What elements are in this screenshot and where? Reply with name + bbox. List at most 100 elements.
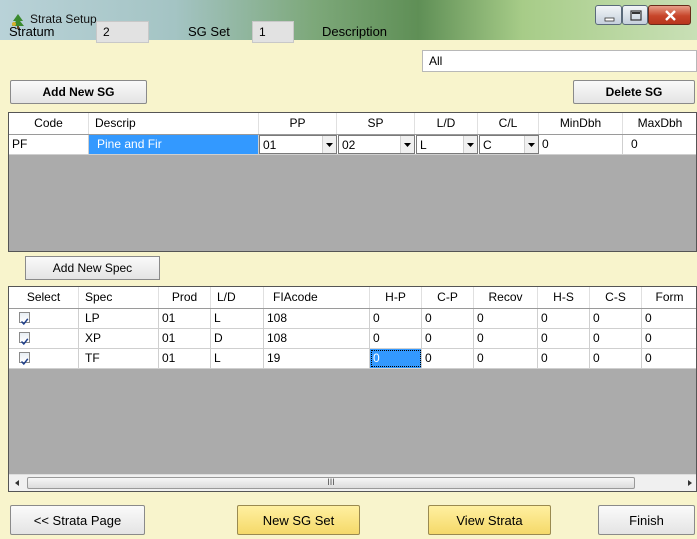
spec-cell-fiacode[interactable]: 19 (264, 349, 370, 368)
scroll-right-icon[interactable] (685, 478, 695, 488)
spec-cell-cp[interactable]: 0 (422, 349, 474, 368)
maximize-button[interactable] (622, 5, 648, 25)
stratum-field[interactable]: 2 (96, 21, 149, 43)
description-field[interactable]: All (422, 50, 697, 72)
close-button[interactable] (648, 5, 691, 25)
spec-col-form[interactable]: Form (642, 287, 696, 308)
sg-row[interactable]: PF Pine and Fir 01 02 L C 0 0 (9, 135, 696, 155)
spec-cell-cp[interactable]: 0 (422, 329, 474, 348)
spec-cell-fiacode[interactable]: 108 (264, 309, 370, 328)
sg-cell-mindbh[interactable]: 0 (539, 135, 623, 154)
spec-grid-header: Select Spec Prod L/D FIAcode H-P C-P Rec… (9, 287, 696, 309)
strata-setup-window: Strata Setup Stratum 2 SG Set 1 Descript… (0, 0, 697, 539)
sg-cell-maxdbh[interactable]: 0 (623, 135, 696, 154)
sg-sp-dropdown[interactable]: 02 (338, 135, 415, 154)
spec-col-cp[interactable]: C-P (422, 287, 474, 308)
sg-cl-value: C (483, 138, 492, 152)
spec-cell-cs[interactable]: 0 (590, 309, 642, 328)
spec-row[interactable]: XP 01 D 108 0 0 0 0 0 0 (9, 329, 696, 349)
spec-grid: Select Spec Prod L/D FIAcode H-P C-P Rec… (8, 286, 697, 492)
add-new-spec-button[interactable]: Add New Spec (25, 256, 160, 280)
dropdown-arrow-icon (463, 136, 477, 153)
sg-col-ld[interactable]: L/D (415, 113, 478, 134)
view-strata-button[interactable]: View Strata (428, 505, 551, 535)
dropdown-arrow-icon (322, 136, 336, 153)
sg-pp-value: 01 (263, 138, 277, 152)
sg-grid-header: Code Descrip PP SP L/D C/L MinDbh MaxDbh (9, 113, 696, 135)
spec-row[interactable]: TF 01 L 19 0 0 0 0 0 0 (9, 349, 696, 369)
spec-cell-ld[interactable]: L (211, 309, 264, 328)
spec-col-fiacode[interactable]: FIAcode (264, 287, 370, 308)
dropdown-arrow-icon (524, 136, 538, 153)
spec-cell-recov[interactable]: 0 (474, 349, 538, 368)
spec-cell-hp[interactable]: 0 (370, 329, 422, 348)
spec-cell-spec[interactable]: XP (79, 329, 159, 348)
hscroll-thumb[interactable]: III (27, 477, 635, 489)
checkbox-checked-icon[interactable] (19, 352, 30, 366)
spec-cell-cs[interactable]: 0 (590, 329, 642, 348)
sg-ld-value: L (420, 138, 427, 152)
spec-col-ld[interactable]: L/D (211, 287, 264, 308)
sg-col-pp[interactable]: PP (259, 113, 337, 134)
spec-cell-hs[interactable]: 0 (538, 329, 590, 348)
spec-cell-hs[interactable]: 0 (538, 349, 590, 368)
maximize-icon (630, 10, 642, 21)
spec-cell-form[interactable]: 0 (642, 309, 696, 328)
delete-sg-button[interactable]: Delete SG (573, 80, 695, 104)
spec-cell-fiacode[interactable]: 108 (264, 329, 370, 348)
sg-col-mindbh[interactable]: MinDbh (539, 113, 623, 134)
spec-col-recov[interactable]: Recov (474, 287, 538, 308)
spec-col-select[interactable]: Select (9, 287, 79, 308)
dropdown-arrow-icon (400, 136, 414, 153)
sgset-label: SG Set (188, 24, 230, 39)
close-icon (665, 10, 676, 21)
spec-cell-ld[interactable]: D (211, 329, 264, 348)
spec-cell-form[interactable]: 0 (642, 349, 696, 368)
spec-cell-recov[interactable]: 0 (474, 329, 538, 348)
spec-cell-ld[interactable]: L (211, 349, 264, 368)
spec-grid-hscrollbar[interactable]: III (9, 474, 696, 491)
sg-cell-code[interactable]: PF (9, 135, 89, 154)
sg-ld-dropdown[interactable]: L (416, 135, 478, 154)
spec-cell-select[interactable] (9, 329, 79, 348)
spec-cell-prod[interactable]: 01 (159, 329, 211, 348)
spec-cell-spec[interactable]: TF (79, 349, 159, 368)
spec-cell-recov[interactable]: 0 (474, 309, 538, 328)
spec-cell-hp[interactable]: 0 (370, 309, 422, 328)
spec-cell-hs[interactable]: 0 (538, 309, 590, 328)
spec-col-cs[interactable]: C-S (590, 287, 642, 308)
spec-cell-hp-active[interactable]: 0 (370, 349, 422, 368)
spec-cell-select[interactable] (9, 309, 79, 328)
strata-page-button[interactable]: << Strata Page (10, 505, 145, 535)
checkbox-checked-icon[interactable] (19, 312, 30, 326)
sg-pp-dropdown[interactable]: 01 (259, 135, 337, 154)
sg-col-sp[interactable]: SP (337, 113, 415, 134)
spec-col-hp[interactable]: H-P (370, 287, 422, 308)
spec-row[interactable]: LP 01 L 108 0 0 0 0 0 0 (9, 309, 696, 329)
spec-col-spec[interactable]: Spec (79, 287, 159, 308)
finish-button[interactable]: Finish (598, 505, 695, 535)
spec-cell-prod[interactable]: 01 (159, 349, 211, 368)
new-sg-set-button[interactable]: New SG Set (237, 505, 360, 535)
sg-col-descrip[interactable]: Descrip (89, 113, 259, 134)
sg-col-maxdbh[interactable]: MaxDbh (623, 113, 696, 134)
sg-col-code[interactable]: Code (9, 113, 89, 134)
sgset-field[interactable]: 1 (252, 21, 294, 43)
spec-cell-spec[interactable]: LP (79, 309, 159, 328)
spec-col-prod[interactable]: Prod (159, 287, 211, 308)
sg-col-cl[interactable]: C/L (478, 113, 539, 134)
add-new-sg-button[interactable]: Add New SG (10, 80, 147, 104)
minimize-button[interactable] (595, 5, 622, 25)
sg-cell-descrip[interactable]: Pine and Fir (89, 135, 259, 154)
spec-cell-select[interactable] (9, 349, 79, 368)
spec-cell-cs[interactable]: 0 (590, 349, 642, 368)
spec-cell-form[interactable]: 0 (642, 329, 696, 348)
spec-cell-prod[interactable]: 01 (159, 309, 211, 328)
sg-cl-dropdown[interactable]: C (479, 135, 539, 154)
spec-col-hs[interactable]: H-S (538, 287, 590, 308)
scroll-left-icon[interactable] (12, 478, 22, 488)
checkbox-checked-icon[interactable] (19, 332, 30, 346)
sg-sp-value: 02 (342, 138, 356, 152)
spec-cell-cp[interactable]: 0 (422, 309, 474, 328)
sg-grid: Code Descrip PP SP L/D C/L MinDbh MaxDbh… (8, 112, 697, 252)
